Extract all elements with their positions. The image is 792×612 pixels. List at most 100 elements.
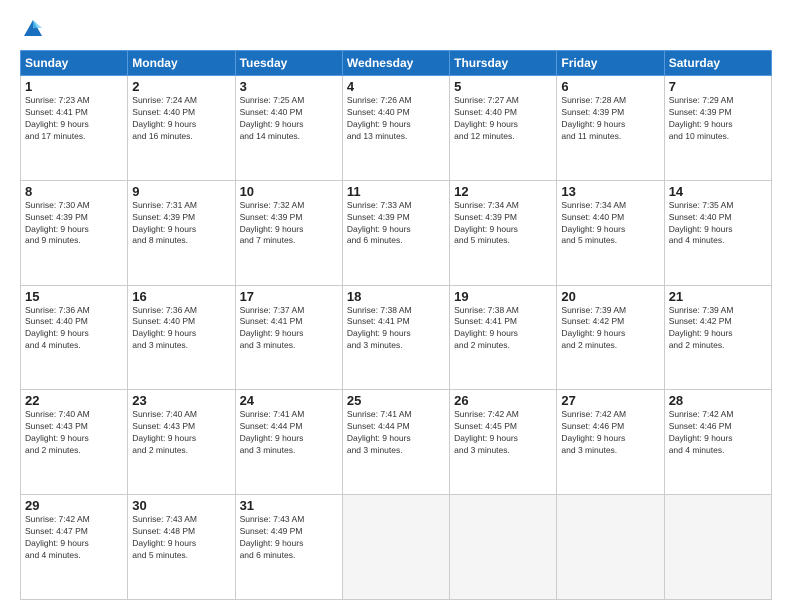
day-info: Sunrise: 7:34 AM Sunset: 4:40 PM Dayligh… [561,200,659,248]
logo-icon [22,18,44,40]
calendar-empty-cell [450,495,557,600]
day-number: 14 [669,184,767,199]
day-info: Sunrise: 7:34 AM Sunset: 4:39 PM Dayligh… [454,200,552,248]
calendar-week-row: 22Sunrise: 7:40 AM Sunset: 4:43 PM Dayli… [21,390,772,495]
calendar-day-cell: 19Sunrise: 7:38 AM Sunset: 4:41 PM Dayli… [450,285,557,390]
calendar-day-cell: 11Sunrise: 7:33 AM Sunset: 4:39 PM Dayli… [342,180,449,285]
calendar-week-row: 8Sunrise: 7:30 AM Sunset: 4:39 PM Daylig… [21,180,772,285]
day-info: Sunrise: 7:40 AM Sunset: 4:43 PM Dayligh… [25,409,123,457]
day-number: 12 [454,184,552,199]
calendar-week-row: 1Sunrise: 7:23 AM Sunset: 4:41 PM Daylig… [21,76,772,181]
day-info: Sunrise: 7:38 AM Sunset: 4:41 PM Dayligh… [454,305,552,353]
day-info: Sunrise: 7:40 AM Sunset: 4:43 PM Dayligh… [132,409,230,457]
calendar-empty-cell [557,495,664,600]
day-number: 21 [669,289,767,304]
day-info: Sunrise: 7:41 AM Sunset: 4:44 PM Dayligh… [347,409,445,457]
calendar-day-cell: 22Sunrise: 7:40 AM Sunset: 4:43 PM Dayli… [21,390,128,495]
day-number: 19 [454,289,552,304]
calendar-week-row: 29Sunrise: 7:42 AM Sunset: 4:47 PM Dayli… [21,495,772,600]
calendar-header-row: Sunday Monday Tuesday Wednesday Thursday… [21,51,772,76]
day-info: Sunrise: 7:27 AM Sunset: 4:40 PM Dayligh… [454,95,552,143]
col-header-tuesday: Tuesday [235,51,342,76]
day-info: Sunrise: 7:30 AM Sunset: 4:39 PM Dayligh… [25,200,123,248]
day-info: Sunrise: 7:37 AM Sunset: 4:41 PM Dayligh… [240,305,338,353]
col-header-sunday: Sunday [21,51,128,76]
day-number: 4 [347,79,445,94]
calendar-day-cell: 20Sunrise: 7:39 AM Sunset: 4:42 PM Dayli… [557,285,664,390]
day-info: Sunrise: 7:35 AM Sunset: 4:40 PM Dayligh… [669,200,767,248]
calendar-week-row: 15 Sunrise: 7:36 AM Sunset: 4:40 PM Dayli… [21,285,772,390]
calendar-day-cell: 10Sunrise: 7:32 AM Sunset: 4:39 PM Dayli… [235,180,342,285]
day-number: 17 [240,289,338,304]
day-number: 22 [25,393,123,408]
calendar-day-cell: 25Sunrise: 7:41 AM Sunset: 4:44 PM Dayli… [342,390,449,495]
calendar-table: Sunday Monday Tuesday Wednesday Thursday… [20,50,772,600]
calendar-empty-cell [664,495,771,600]
calendar-day-cell: 17Sunrise: 7:37 AM Sunset: 4:41 PM Dayli… [235,285,342,390]
calendar-day-cell: 27Sunrise: 7:42 AM Sunset: 4:46 PM Dayli… [557,390,664,495]
day-number: 1 [25,79,123,94]
calendar-day-cell: 16Sunrise: 7:36 AM Sunset: 4:40 PM Dayli… [128,285,235,390]
day-number: 8 [25,184,123,199]
day-number: 10 [240,184,338,199]
day-number: 28 [669,393,767,408]
day-info: Sunrise: 7:43 AM Sunset: 4:49 PM Dayligh… [240,514,338,562]
calendar-day-cell: 9Sunrise: 7:31 AM Sunset: 4:39 PM Daylig… [128,180,235,285]
day-info: Sunrise: 7:42 AM Sunset: 4:47 PM Dayligh… [25,514,123,562]
day-info: Sunrise: 7:24 AM Sunset: 4:40 PM Dayligh… [132,95,230,143]
calendar-day-cell: 21Sunrise: 7:39 AM Sunset: 4:42 PM Dayli… [664,285,771,390]
day-number: 26 [454,393,552,408]
calendar-day-cell: 5Sunrise: 7:27 AM Sunset: 4:40 PM Daylig… [450,76,557,181]
day-number: 16 [132,289,230,304]
day-number: 6 [561,79,659,94]
day-info: Sunrise: 7:36 AM Sunset: 4:40 PM Dayligh… [132,305,230,353]
day-info: Sunrise: 7:42 AM Sunset: 4:45 PM Dayligh… [454,409,552,457]
col-header-wednesday: Wednesday [342,51,449,76]
day-info: Sunrise: 7:42 AM Sunset: 4:46 PM Dayligh… [669,409,767,457]
calendar-day-cell: 3Sunrise: 7:25 AM Sunset: 4:40 PM Daylig… [235,76,342,181]
day-info: Sunrise: 7:32 AM Sunset: 4:39 PM Dayligh… [240,200,338,248]
day-number: 9 [132,184,230,199]
logo [20,18,44,40]
calendar-day-cell: 24Sunrise: 7:41 AM Sunset: 4:44 PM Dayli… [235,390,342,495]
calendar-empty-cell [342,495,449,600]
calendar-day-cell: 13Sunrise: 7:34 AM Sunset: 4:40 PM Dayli… [557,180,664,285]
day-info: Sunrise: 7:29 AM Sunset: 4:39 PM Dayligh… [669,95,767,143]
day-number: 30 [132,498,230,513]
day-number: 5 [454,79,552,94]
day-number: 23 [132,393,230,408]
calendar-day-cell: 23Sunrise: 7:40 AM Sunset: 4:43 PM Dayli… [128,390,235,495]
day-number: 18 [347,289,445,304]
day-number: 29 [25,498,123,513]
day-info: Sunrise: 7:28 AM Sunset: 4:39 PM Dayligh… [561,95,659,143]
day-number: 15 [25,289,123,304]
calendar-day-cell: 1Sunrise: 7:23 AM Sunset: 4:41 PM Daylig… [21,76,128,181]
day-info: Sunrise: 7:39 AM Sunset: 4:42 PM Dayligh… [669,305,767,353]
col-header-thursday: Thursday [450,51,557,76]
day-info: Sunrise: 7:23 AM Sunset: 4:41 PM Dayligh… [25,95,123,143]
day-info: Sunrise: 7:43 AM Sunset: 4:48 PM Dayligh… [132,514,230,562]
day-number: 7 [669,79,767,94]
calendar-day-cell: 18Sunrise: 7:38 AM Sunset: 4:41 PM Dayli… [342,285,449,390]
calendar-day-cell: 26Sunrise: 7:42 AM Sunset: 4:45 PM Dayli… [450,390,557,495]
header [20,18,772,40]
day-info: Sunrise: 7:31 AM Sunset: 4:39 PM Dayligh… [132,200,230,248]
day-number: 11 [347,184,445,199]
calendar-day-cell: 14Sunrise: 7:35 AM Sunset: 4:40 PM Dayli… [664,180,771,285]
calendar-day-cell: 15Sunrise: 7:36 AM Sunset: 4:40 PM Dayli… [21,285,128,390]
calendar-day-cell: 28Sunrise: 7:42 AM Sunset: 4:46 PM Dayli… [664,390,771,495]
day-number: 13 [561,184,659,199]
day-info: Sunrise: 7:26 AM Sunset: 4:40 PM Dayligh… [347,95,445,143]
day-number: 27 [561,393,659,408]
day-number: 3 [240,79,338,94]
calendar-day-cell: 31Sunrise: 7:43 AM Sunset: 4:49 PM Dayli… [235,495,342,600]
col-header-friday: Friday [557,51,664,76]
calendar-day-cell: 8Sunrise: 7:30 AM Sunset: 4:39 PM Daylig… [21,180,128,285]
col-header-saturday: Saturday [664,51,771,76]
page: Sunday Monday Tuesday Wednesday Thursday… [0,0,792,612]
day-number: 20 [561,289,659,304]
day-number: 25 [347,393,445,408]
day-number: 31 [240,498,338,513]
day-info: Sunrise: 7:38 AM Sunset: 4:41 PM Dayligh… [347,305,445,353]
day-number: 24 [240,393,338,408]
